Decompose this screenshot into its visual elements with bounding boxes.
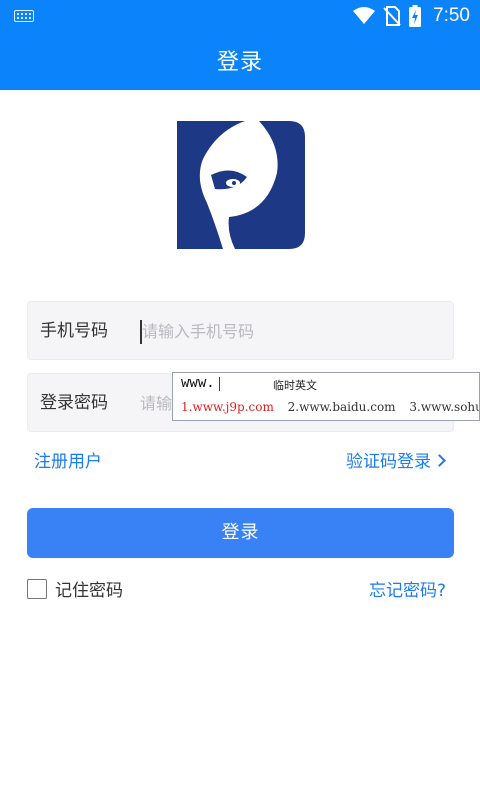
ime-caret — [219, 377, 220, 391]
ime-candidate[interactable]: 3.www.sohu.com — [409, 400, 479, 414]
page-title: 登录 — [216, 50, 263, 75]
status-bar: 7:50 — [0, 0, 480, 32]
remember-password[interactable]: 记住密码 — [27, 576, 123, 601]
ime-candidate[interactable]: 2.www.baidu.com — [288, 400, 396, 414]
ime-composition: www. — [181, 375, 215, 391]
chevron-right-icon — [433, 453, 446, 467]
login-button[interactable]: 登录 — [27, 508, 454, 558]
keyboard-icon — [14, 10, 34, 22]
eagle-logo — [177, 121, 305, 249]
forgot-password-link[interactable]: 忘记密码? — [369, 576, 446, 601]
phone-label: 手机号码 — [40, 321, 108, 341]
phone-field[interactable]: 手机号码 请输入手机号码 — [27, 301, 454, 360]
register-link[interactable]: 注册用户 — [34, 447, 102, 472]
ime-candidate-popup: www. 临时英文 1.www.j9p.com 2.www.baidu.com … — [172, 372, 480, 421]
phone-input[interactable]: 请输入手机号码 — [142, 302, 254, 361]
remember-checkbox[interactable] — [27, 578, 47, 599]
ime-mode[interactable]: 临时英文 — [273, 377, 317, 393]
ime-candidates: 1.www.j9p.com 2.www.baidu.com 3.www.sohu… — [181, 400, 479, 414]
wifi-icon — [353, 7, 376, 24]
status-time: 7:50 — [433, 5, 470, 26]
ime-candidate[interactable]: 1.www.j9p.com — [181, 400, 274, 414]
battery-charging-icon — [409, 5, 422, 27]
no-sim-icon — [383, 6, 401, 26]
sms-login-label: 验证码登录 — [346, 452, 431, 472]
remember-label: 记住密码 — [55, 581, 123, 601]
ime-composition-row: www. 临时英文 — [173, 373, 479, 395]
password-label: 登录密码 — [40, 393, 108, 413]
sms-login-link[interactable]: 验证码登录 — [346, 447, 446, 472]
